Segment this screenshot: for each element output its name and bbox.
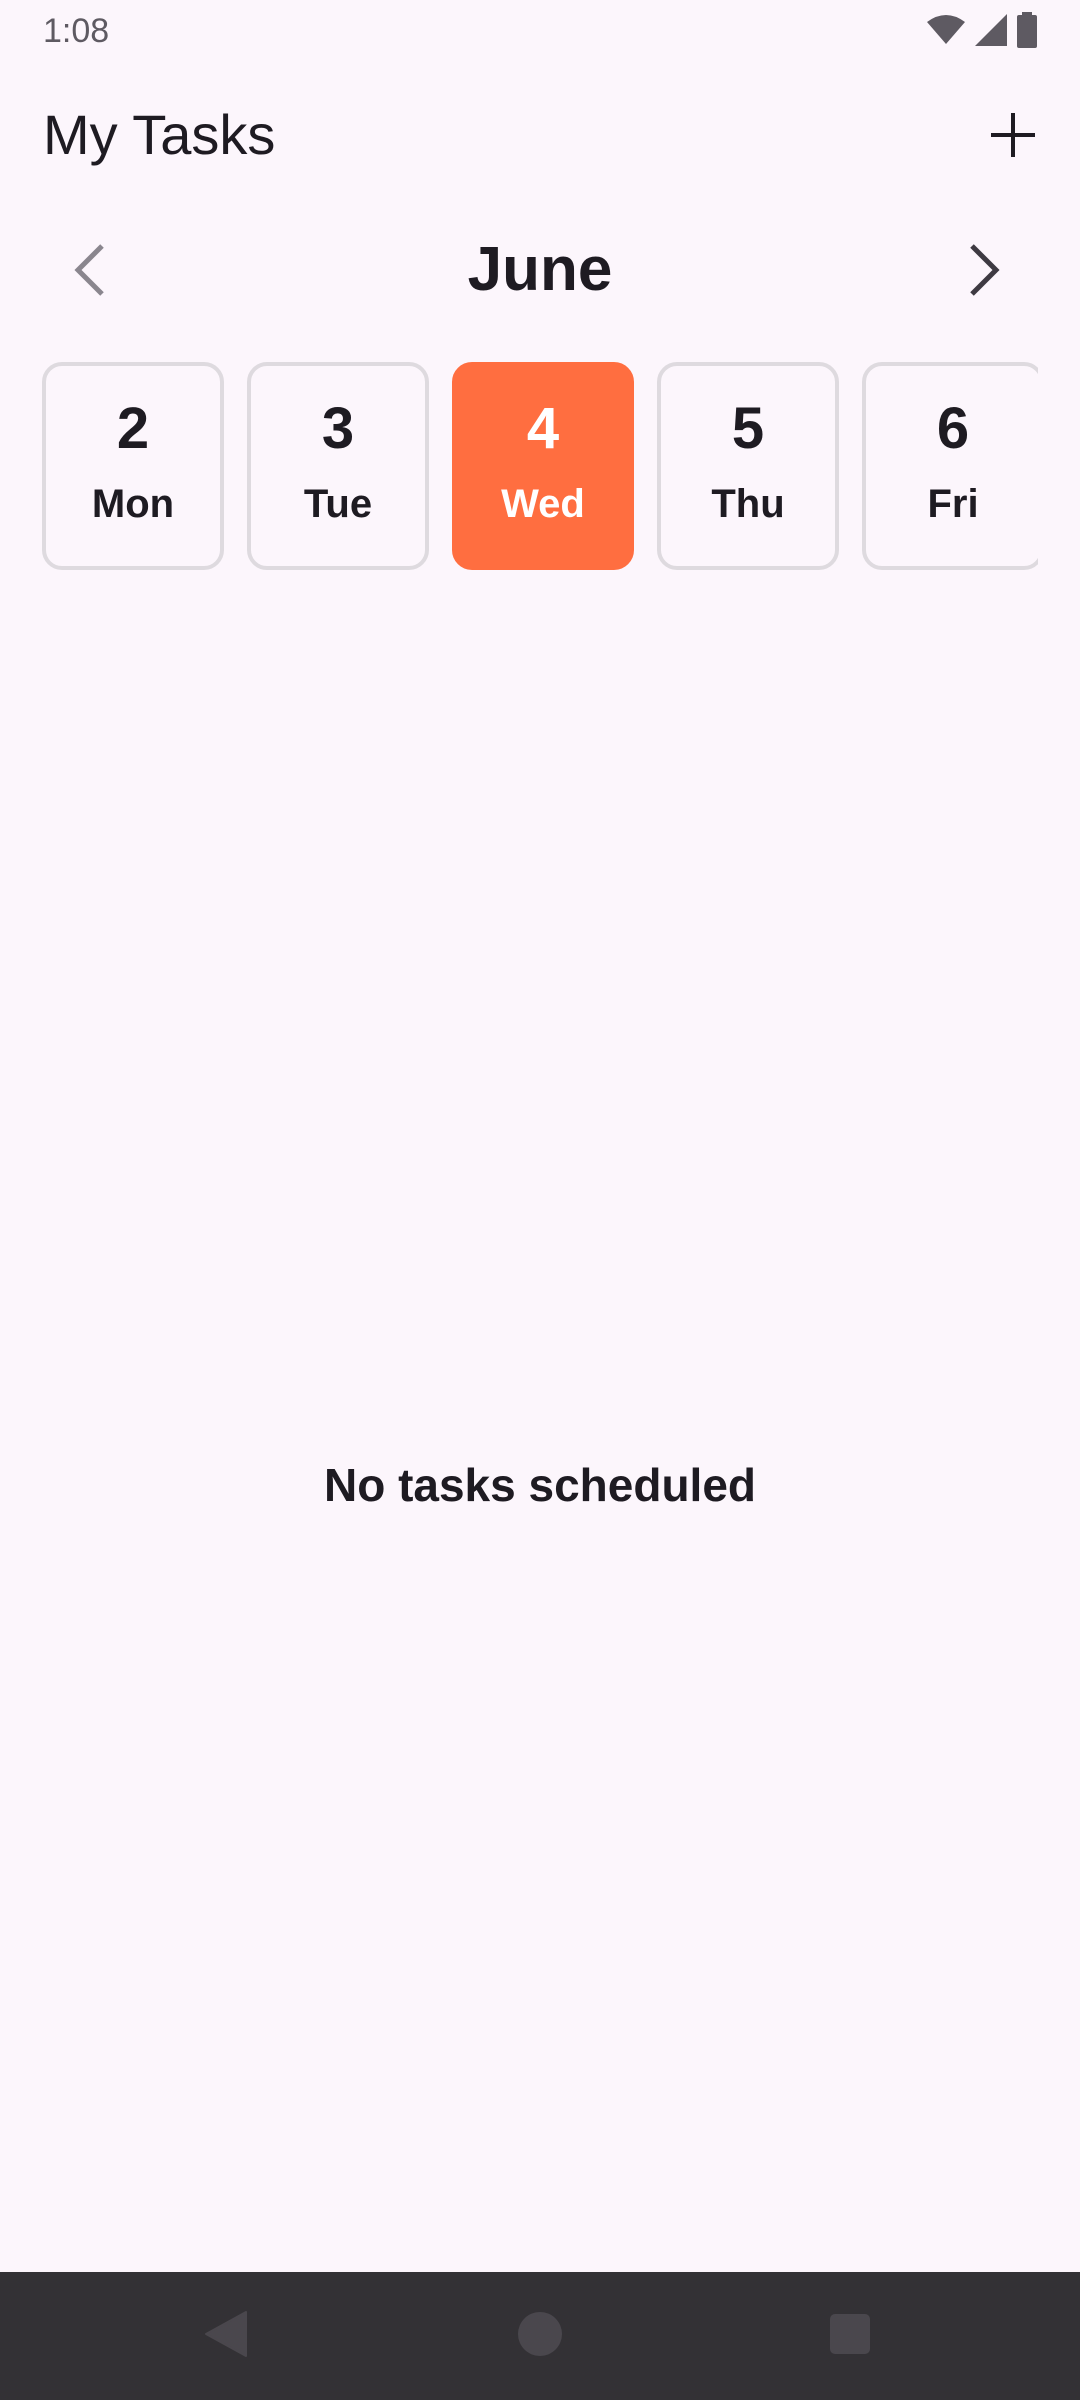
day-selector: 2 Mon 3 Tue 4 Wed 5 Thu 6 Fri bbox=[42, 362, 1038, 572]
empty-state-message: No tasks scheduled bbox=[323, 1459, 757, 1511]
day-name: Wed bbox=[501, 482, 585, 526]
recents-icon bbox=[829, 2313, 871, 2360]
day-card-fri[interactable]: 6 Fri bbox=[862, 362, 1038, 570]
signal-icon bbox=[974, 13, 1008, 47]
day-card-thu[interactable]: 5 Thu bbox=[657, 362, 839, 570]
day-number: 6 bbox=[936, 396, 970, 461]
day-name: Mon bbox=[91, 482, 175, 526]
day-card-mon[interactable]: 2 Mon bbox=[42, 362, 224, 570]
wifi-icon bbox=[926, 14, 966, 46]
month-navigation: June bbox=[0, 222, 1080, 322]
recents-button[interactable] bbox=[810, 2296, 890, 2376]
chevron-right-icon bbox=[964, 242, 1004, 303]
status-time: 1:08 bbox=[43, 12, 110, 50]
day-name: Thu bbox=[711, 482, 785, 526]
status-bar: 1:08 bbox=[0, 0, 1080, 64]
day-card-tue[interactable]: 3 Tue bbox=[247, 362, 429, 570]
month-label: June bbox=[467, 235, 613, 304]
page-title: My Tasks bbox=[43, 103, 276, 166]
app-header: My Tasks bbox=[0, 90, 1080, 180]
plus-icon bbox=[989, 111, 1037, 164]
home-icon bbox=[517, 2311, 563, 2362]
day-name: Fri bbox=[927, 482, 979, 526]
system-nav-bar bbox=[0, 2272, 1080, 2400]
day-number: 5 bbox=[731, 396, 765, 461]
status-icons bbox=[926, 12, 1038, 48]
day-number: 2 bbox=[116, 396, 150, 461]
battery-icon bbox=[1016, 12, 1038, 48]
day-number: 4 bbox=[526, 396, 560, 461]
home-button[interactable] bbox=[500, 2296, 580, 2376]
back-icon bbox=[204, 2310, 248, 2363]
day-name: Tue bbox=[303, 482, 373, 526]
next-month-button[interactable] bbox=[944, 232, 1024, 312]
day-card-wed[interactable]: 4 Wed bbox=[452, 362, 634, 570]
day-number: 3 bbox=[321, 396, 355, 461]
back-button[interactable] bbox=[186, 2296, 266, 2376]
add-task-button[interactable] bbox=[976, 100, 1050, 174]
